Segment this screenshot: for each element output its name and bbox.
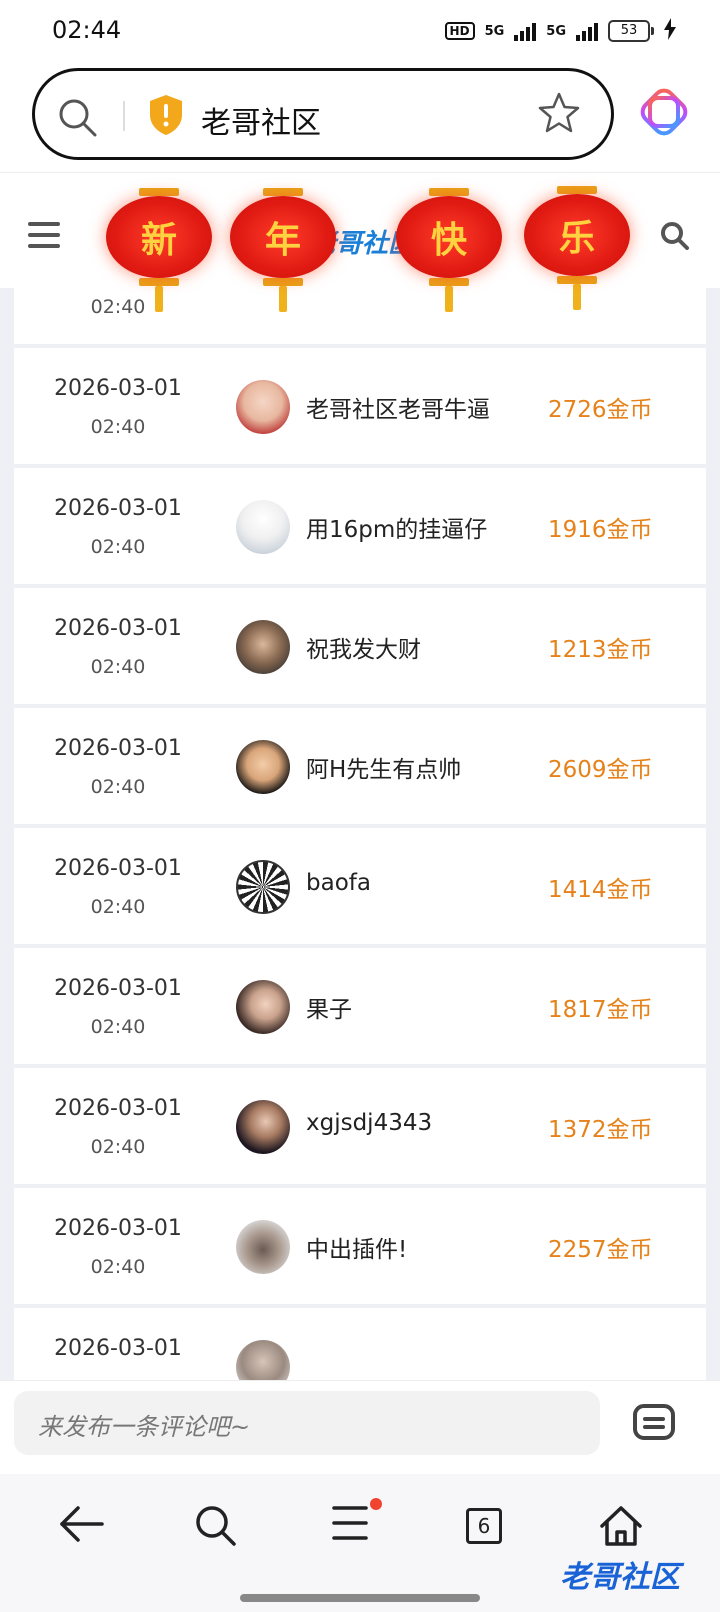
shield-icon[interactable] [147, 93, 185, 141]
back-arrow-icon[interactable] [58, 1504, 104, 1548]
list-item: 2026-03-01 02:40 xgjsdj4343 1372金币 [14, 1068, 706, 1184]
list-item: 2026-03-01 02:40 中出插件! 2257金币 [14, 1188, 706, 1304]
lantern-char: 年 [264, 219, 301, 261]
lantern-char: 新 [140, 219, 177, 261]
username[interactable]: xgjsdj4343 [306, 1110, 432, 1136]
list-item: 2026-03-01 02:40 祝我发大财 1213金币 [14, 588, 706, 704]
message-icon[interactable] [632, 1403, 676, 1447]
lantern-decoration: 快 [396, 188, 502, 312]
list-item: 2026-03-01 02:40 阿H先生有点帅 2609金币 [14, 708, 706, 824]
search-icon[interactable] [194, 1504, 238, 1552]
hd-badge: HD [444, 22, 475, 40]
site-search-icon[interactable] [660, 221, 690, 255]
battery-level: 53 [608, 20, 650, 42]
row-date: 2026-03-01 [54, 1216, 182, 1241]
lantern-decoration: 年 [230, 188, 336, 312]
gesture-home-bar[interactable] [240, 1594, 480, 1602]
status-icons: HD 5G 5G 53 [444, 18, 676, 44]
username[interactable]: 中出插件! [306, 1230, 407, 1264]
row-date: 2026-03-01 [54, 496, 182, 521]
coin-amount: 1817金币 [548, 997, 653, 1023]
row-date: 2026-03-01 [54, 1096, 182, 1121]
username[interactable]: baofa [306, 870, 371, 896]
avatar[interactable] [236, 860, 290, 914]
signal-icon [514, 21, 537, 41]
tabs-button[interactable]: 6 [466, 1508, 502, 1544]
row-date: 2026-03-01 [54, 376, 182, 401]
avatar[interactable] [236, 740, 290, 794]
notification-dot [370, 1498, 382, 1510]
watermark-logo: 老哥社区 [560, 1560, 680, 1595]
lantern-decoration: 乐 [524, 186, 630, 310]
row-time: 02:40 [90, 1256, 146, 1278]
lantern-char: 乐 [558, 217, 595, 259]
comment-bar: 来发布一条评论吧~ [0, 1380, 720, 1475]
site-name: 老哥社区 [201, 106, 321, 141]
coin-amount: 2609金币 [548, 757, 653, 783]
row-date: 2026-03-01 [54, 856, 182, 881]
list-item: 2026-03-01 02:40 果子 1817金币 [14, 948, 706, 1064]
avatar[interactable] [236, 1100, 290, 1154]
status-bar: 02:44 HD 5G 5G 53 [0, 0, 720, 64]
row-date: 2026-03-01 [54, 1336, 182, 1361]
network-5g-label-2: 5G [546, 23, 566, 39]
battery-icon: 53 [608, 20, 654, 42]
row-date: 2026-03-01 [54, 616, 182, 641]
username[interactable]: 用16pm的挂逼仔 [306, 510, 487, 544]
row-time: 02:40 [90, 656, 146, 678]
checkin-list-area[interactable]: 02:40 2026-03-01 02:40 老哥社区老哥牛逼 2726金币 2… [0, 288, 720, 1380]
avatar[interactable] [236, 1340, 290, 1380]
row-time: 02:40 [90, 416, 146, 438]
network-5g-label: 5G [484, 23, 505, 39]
coin-amount: 2257金币 [548, 1237, 653, 1263]
list-item: 2026-03-01 [14, 1308, 706, 1380]
menu-list-icon[interactable] [332, 1504, 368, 1546]
checkin-list: 02:40 2026-03-01 02:40 老哥社区老哥牛逼 2726金币 2… [14, 288, 706, 1380]
username[interactable]: 阿H先生有点帅 [306, 750, 461, 784]
list-item: 2026-03-01 02:40 老哥社区老哥牛逼 2726金币 [14, 348, 706, 464]
status-time: 02:44 [52, 16, 122, 44]
coin-amount: 2726金币 [548, 397, 653, 423]
coin-amount: 1916金币 [548, 517, 653, 543]
address-bar[interactable]: 老哥社区 [32, 68, 614, 160]
avatar[interactable] [236, 500, 290, 554]
username[interactable]: 老哥社区老哥牛逼 [306, 390, 490, 424]
coin-amount: 1213金币 [548, 637, 653, 663]
signal-icon-2 [576, 21, 598, 41]
home-icon[interactable] [598, 1504, 644, 1552]
username[interactable]: 祝我发大财 [306, 630, 421, 664]
comment-placeholder: 来发布一条评论吧~ [38, 1413, 251, 1441]
username[interactable]: 果子 [306, 990, 352, 1024]
avatar[interactable] [236, 1220, 290, 1274]
menu-icon[interactable] [28, 221, 60, 253]
divider [123, 101, 125, 131]
avatar[interactable] [236, 620, 290, 674]
row-time: 02:40 [90, 1016, 146, 1038]
tab-count: 6 [466, 1508, 502, 1544]
search-icon[interactable] [57, 97, 99, 143]
comment-input[interactable]: 来发布一条评论吧~ [14, 1391, 600, 1455]
lantern-char: 快 [430, 219, 467, 261]
charging-icon [664, 18, 676, 44]
bookmark-star-icon[interactable] [537, 91, 581, 139]
avatar[interactable] [236, 380, 290, 434]
list-item: 2026-03-01 02:40 baofa 1414金币 [14, 828, 706, 944]
row-time: 02:40 [90, 536, 146, 558]
row-time: 02:40 [90, 896, 146, 918]
list-item: 2026-03-01 02:40 用16pm的挂逼仔 1916金币 [14, 468, 706, 584]
row-date: 2026-03-01 [54, 736, 182, 761]
avatar[interactable] [236, 980, 290, 1034]
coin-amount: 1414金币 [548, 877, 653, 903]
row-date: 2026-03-01 [54, 976, 182, 1001]
row-time: 02:40 [90, 1136, 146, 1158]
lantern-decoration: 新 [106, 188, 212, 312]
coin-amount: 1372金币 [548, 1117, 653, 1143]
browser-app-icon[interactable] [640, 88, 688, 140]
row-time: 02:40 [90, 776, 146, 798]
